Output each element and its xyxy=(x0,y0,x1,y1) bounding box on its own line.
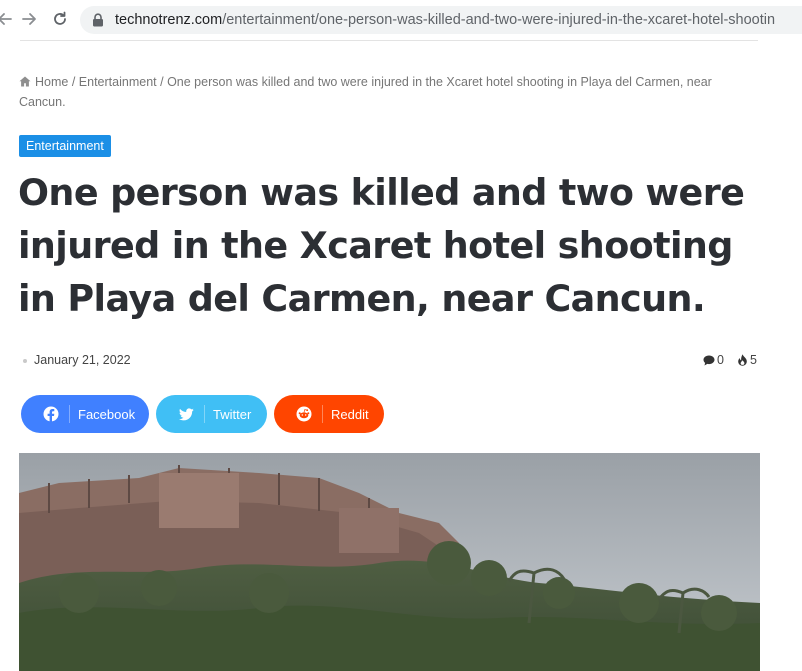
breadcrumb-separator: / xyxy=(71,75,76,89)
breadcrumb-home-link[interactable]: Home xyxy=(35,75,68,89)
share-twitter-button[interactable]: Twitter xyxy=(156,395,267,433)
button-separator xyxy=(69,405,70,423)
breadcrumb-separator: / xyxy=(160,75,164,89)
lock-icon[interactable] xyxy=(92,13,106,27)
facebook-icon xyxy=(43,406,59,422)
back-icon xyxy=(0,13,12,25)
back-button[interactable] xyxy=(0,8,16,30)
post-meta: January 21, 2022 0 5 xyxy=(19,352,761,370)
breadcrumb: Home / Entertainment / One person was ki… xyxy=(19,72,759,112)
category-badge[interactable]: Entertainment xyxy=(19,135,111,157)
share-facebook-label: Facebook xyxy=(78,406,136,422)
breadcrumb-category-link[interactable]: Entertainment xyxy=(79,75,157,89)
reload-icon xyxy=(54,11,66,25)
share-twitter-label: Twitter xyxy=(213,406,252,422)
meta-dot xyxy=(23,359,27,363)
browser-toolbar: technotrenz.com/entertainment/one-person… xyxy=(0,0,802,40)
button-separator xyxy=(322,405,323,423)
post-title: One person was killed and two were injur… xyxy=(18,171,745,320)
featured-image xyxy=(19,453,760,671)
share-reddit-button[interactable]: Reddit xyxy=(274,395,384,433)
forward-button[interactable] xyxy=(18,8,40,30)
views-count-value: 5 xyxy=(750,353,757,367)
address-bar[interactable]: technotrenz.com/entertainment/one-person… xyxy=(80,6,802,34)
comment-icon xyxy=(703,355,715,365)
forward-icon xyxy=(22,13,36,25)
comments-count[interactable]: 0 xyxy=(703,353,724,367)
url-host: technotrenz.com xyxy=(115,12,223,28)
post-date: January 21, 2022 xyxy=(34,353,131,367)
comments-count-value: 0 xyxy=(717,353,724,367)
fire-icon xyxy=(738,354,747,366)
header-divider xyxy=(20,40,758,41)
share-facebook-button[interactable]: Facebook xyxy=(21,395,149,433)
home-icon xyxy=(19,76,31,87)
views-count: 5 xyxy=(737,353,757,367)
share-reddit-label: Reddit xyxy=(331,406,369,422)
reddit-icon xyxy=(296,406,312,422)
button-separator xyxy=(204,405,205,423)
reload-button[interactable] xyxy=(49,8,71,30)
url-path: /entertainment/one-person-was-killed-and… xyxy=(222,12,776,28)
twitter-icon xyxy=(178,406,194,422)
